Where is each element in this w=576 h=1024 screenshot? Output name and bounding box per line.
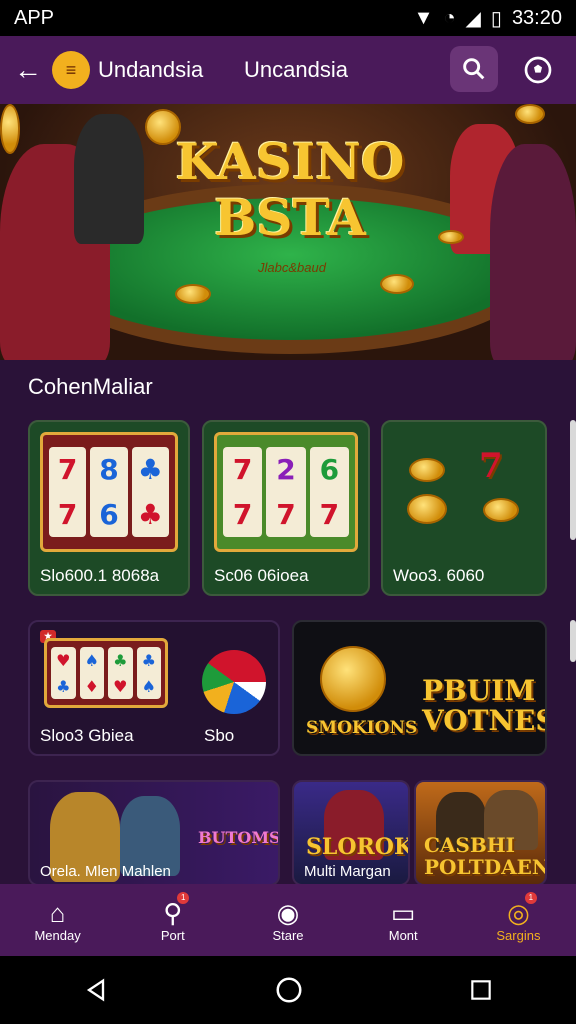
star-coin-icon <box>320 646 386 712</box>
hero-title-line2: BSTA <box>214 188 366 247</box>
nav-label: Sargins <box>496 927 541 943</box>
slot-reels: 77 27 67 <box>214 432 358 552</box>
cell-icon: ◢ <box>465 7 481 30</box>
status-bar: APP ▼ ◔ ◢ ▯ 33:20 <box>0 0 576 36</box>
wifi-icon: ◔ <box>443 6 456 29</box>
coin-icon <box>515 104 545 124</box>
home-circle-icon[interactable] <box>274 975 304 1005</box>
home-icon: ⌂ <box>49 897 66 928</box>
slot-reels: 77 86 ♣ ♣ <box>40 432 178 552</box>
nav-item-settings[interactable]: ◎ 1 Sargins <box>461 884 576 956</box>
nav-item-search[interactable]: ⚲ 1 Port <box>115 884 230 956</box>
game-title-line1: PBUIM <box>422 674 536 707</box>
coin-icon <box>438 230 464 244</box>
game-card[interactable]: 77 27 67 Sc06 06ioea <box>202 420 370 596</box>
game-card-label: Slo600.1 8068a <box>40 566 160 585</box>
status-app-label: APP <box>14 6 55 29</box>
nav-label: Mont <box>388 927 418 943</box>
app-bar: ← ≡ Undandsia Uncandsia <box>0 36 576 104</box>
coin-icon <box>407 494 447 524</box>
scroll-indicator <box>570 620 576 662</box>
game-card[interactable]: SLOROK Multi Margan <box>292 780 410 886</box>
game-card-label: Woo3. 6060 <box>393 566 485 585</box>
game-card-label-secondary: Sbo <box>204 726 235 745</box>
game-title: BUTOMS <box>198 828 280 847</box>
game-card[interactable]: ★ ♥ ♣ ♠ ♦ ♣ ♥ ♣ ♠ Sloo3 Gbiea Sbo <box>28 620 280 756</box>
game-card-label: SMOKIONS <box>306 718 418 738</box>
game-title: SLOROK <box>306 834 410 860</box>
game-title: CASBHI POLTDAENS <box>424 833 545 879</box>
game-card[interactable]: CASBHI POLTDAENS <box>414 780 547 886</box>
coin-icon <box>175 284 211 304</box>
player-back-left <box>74 114 144 244</box>
game-card-label: Sc06 06ioea <box>214 566 309 585</box>
game-card-label: Multi Margan <box>304 863 391 880</box>
game-title-line2: POLTDAENS <box>424 855 545 879</box>
hero-banner[interactable]: KASINO BSTA Jlabc&baud <box>0 104 576 360</box>
hero-subtitle: Jlabc&baud <box>258 260 326 275</box>
sports-button[interactable] <box>516 48 560 92</box>
coin-icon <box>0 104 20 154</box>
search-button[interactable] <box>450 46 498 92</box>
back-arrow-icon[interactable]: ← <box>14 54 46 86</box>
game-card-label: Orela. Mlen Mahlen <box>40 863 171 880</box>
back-triangle-icon[interactable] <box>82 976 110 1004</box>
nav-item-home[interactable]: ⌂ Menday <box>0 884 115 956</box>
nav-label: Menday <box>34 927 81 943</box>
coin-icon <box>483 498 519 522</box>
hero-title-line1: KASINO <box>175 132 405 191</box>
system-navigation-bar <box>0 956 576 1024</box>
game-title: PBUIM VOTNES <box>422 674 547 737</box>
tv-icon: ▭ <box>390 897 416 928</box>
nav-item-tv[interactable]: ▭ Mont <box>346 884 461 956</box>
signal-icon: ▼ <box>413 6 434 29</box>
search-icon <box>463 58 485 80</box>
coin-icon <box>409 458 445 482</box>
notification-badge: 1 <box>524 892 537 904</box>
bottom-navigation: ⌂ Menday ⚲ 1 Port ◉ Stare ▭ Mont ◎ 1 Sar… <box>0 884 576 956</box>
coin-icon <box>380 274 414 294</box>
game-card[interactable]: SMOKIONS PBUIM VOTNES <box>292 620 547 756</box>
roulette-wheel-icon <box>202 650 266 714</box>
game-title-line1: CASBHI <box>424 833 516 857</box>
clock: 33:20 <box>511 6 562 29</box>
game-card[interactable]: BUTOMS Orela. Mlen Mahlen <box>28 780 280 886</box>
symbol-seven: 7 <box>479 446 503 486</box>
nav-item-store[interactable]: ◉ Stare <box>230 884 345 956</box>
game-card[interactable]: 7 Woo3. 6060 <box>381 420 547 596</box>
nav-label: Port <box>160 927 185 943</box>
slot-reels: ♥ ♣ ♠ ♦ ♣ ♥ ♣ ♠ <box>44 638 168 708</box>
soccer-ball-icon <box>524 56 552 84</box>
recents-square-icon[interactable] <box>468 977 494 1003</box>
game-card-label: Sloo3 Gbiea <box>40 726 134 745</box>
notification-badge: 1 <box>177 892 190 904</box>
section-title: CohenMaliar <box>28 374 153 399</box>
nav-label: Stare <box>272 927 304 943</box>
game-card[interactable]: 77 86 ♣ ♣ Slo600.1 8068a <box>28 420 190 596</box>
scroll-indicator <box>570 420 576 540</box>
hero-title: KASINO BSTA <box>170 134 410 246</box>
dealer-right <box>490 144 576 360</box>
game-title-line2: VOTNES <box>422 704 547 737</box>
app-subtitle: Uncandsia <box>244 57 348 82</box>
app-name: Undandsia <box>98 57 204 82</box>
app-logo: ≡ <box>52 51 90 89</box>
battery-icon: ▯ <box>490 7 502 30</box>
status-icons: ▼ ◔ ◢ ▯ 33:20 <box>414 6 562 31</box>
compass-icon: ◉ <box>276 897 300 928</box>
